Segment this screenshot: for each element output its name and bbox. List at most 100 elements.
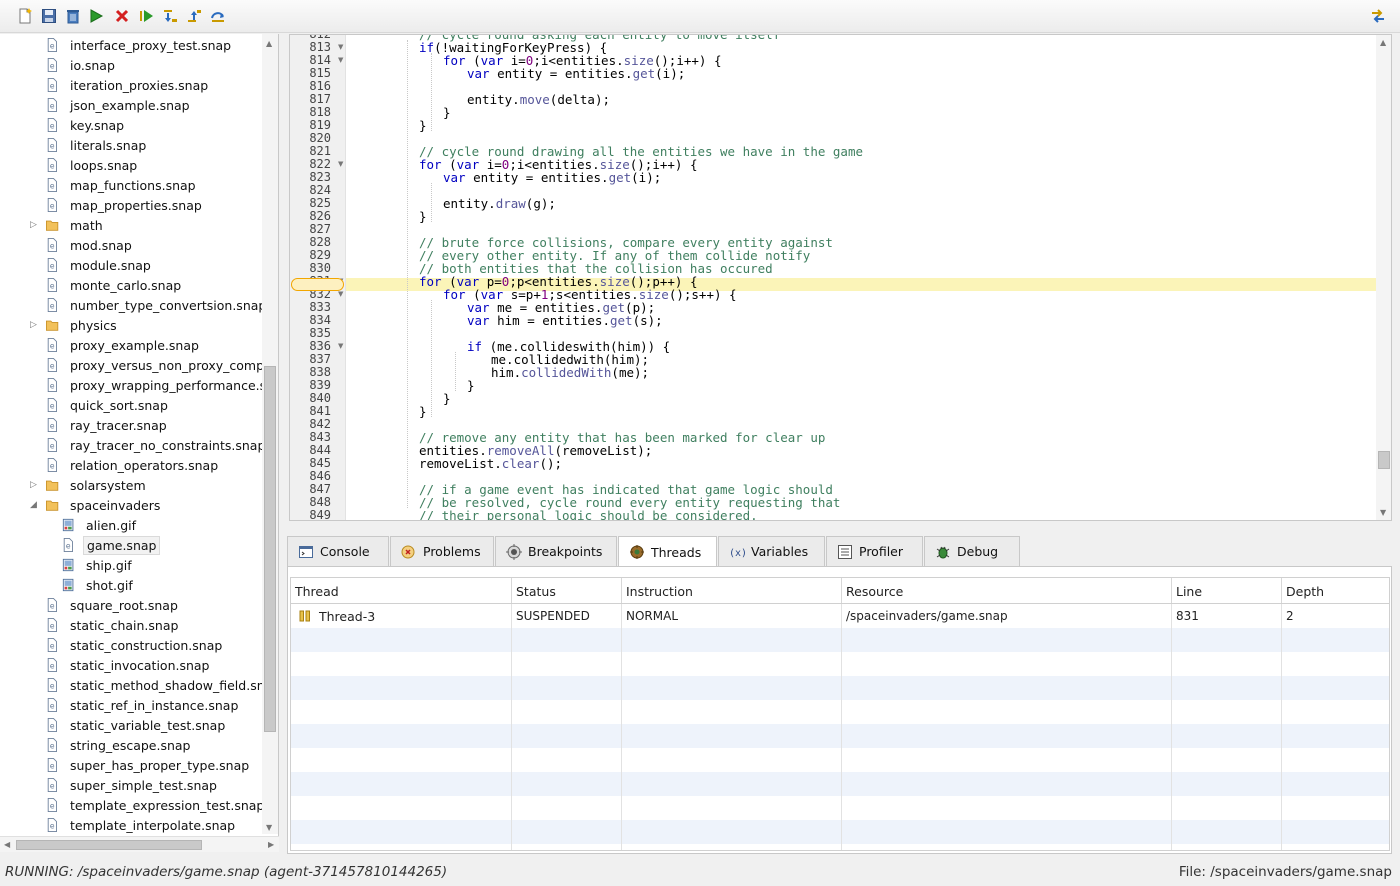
code-token: get [632, 66, 656, 81]
tree-file[interactable]: e game.snap [62, 535, 161, 555]
tab-profiler[interactable]: Profiler [826, 536, 923, 566]
tab-threads[interactable]: Threads [618, 536, 717, 567]
stop-icon[interactable] [114, 8, 130, 24]
column-header-instruction[interactable]: Instruction [622, 578, 842, 604]
tree-file[interactable]: e static_chain.snap [46, 615, 181, 635]
collapse-arrow-icon[interactable]: ◢ [30, 500, 37, 510]
tree-folder[interactable]: physics [46, 315, 120, 335]
indent-guide [431, 53, 432, 131]
line-number: 821 [309, 144, 331, 158]
step-into-icon[interactable] [162, 8, 178, 24]
tree-file[interactable]: e super_simple_test.snap [46, 775, 220, 795]
tree-scroll-right-icon[interactable]: ▶ [268, 840, 274, 849]
tree-file[interactable]: shot.gif [62, 575, 136, 595]
editor-scroll-down-icon[interactable]: ▼ [1380, 508, 1386, 517]
tree-file[interactable]: e relation_operators.snap [46, 455, 221, 475]
tree-file[interactable]: e static_construction.snap [46, 635, 225, 655]
code-editor[interactable]: 812 813 ▼ 814 ▼ 815 816 817 818 819 820 821 822 ▼ 823 8… [289, 34, 1392, 521]
tree-file[interactable]: e io.snap [46, 55, 118, 75]
code-line: him.collidedWith(me); [491, 365, 649, 380]
tree-horizontal-scroll-thumb[interactable] [16, 840, 202, 850]
tree-file[interactable]: e static_invocation.snap [46, 655, 213, 675]
tree-vertical-scroll-thumb[interactable] [264, 366, 276, 732]
fold-toggle-icon[interactable]: ▼ [338, 43, 343, 51]
tree-file[interactable]: e mod.snap [46, 235, 135, 255]
code-token: } [443, 105, 451, 120]
tab-debug[interactable]: Debug [924, 536, 1020, 566]
tab-console[interactable]: Console [287, 536, 389, 566]
tree-file[interactable]: e loops.snap [46, 155, 140, 175]
expand-arrow-icon[interactable]: ▷ [30, 220, 37, 230]
editor-vertical-scroll-thumb[interactable] [1378, 451, 1390, 469]
folder-icon [46, 217, 60, 233]
new-file-icon[interactable] [17, 8, 33, 24]
tree-file[interactable]: e json_example.snap [46, 95, 193, 115]
tree-folder[interactable]: spaceinvaders [46, 495, 163, 515]
tree-file[interactable]: e static_variable_test.snap [46, 715, 228, 735]
code-token: var [443, 170, 466, 185]
svg-text:e: e [50, 722, 55, 731]
code-token: (g); [525, 196, 556, 211]
step-out-icon[interactable] [186, 8, 202, 24]
tree-file[interactable]: e proxy_wrapping_performance.sna [46, 375, 278, 395]
tree-file[interactable]: ship.gif [62, 555, 135, 575]
tree-file[interactable]: e interface_proxy_test.snap [46, 35, 234, 55]
tree-item-label: iteration_proxies.snap [70, 77, 209, 93]
tree-file[interactable]: e map_properties.snap [46, 195, 205, 215]
tree-folder[interactable]: math [46, 215, 106, 235]
step-over-icon[interactable] [210, 8, 226, 24]
run-icon[interactable] [88, 8, 104, 24]
tree-scroll-up-icon[interactable]: ▲ [266, 39, 272, 48]
tree-file[interactable]: alien.gif [62, 515, 139, 535]
tree-file[interactable]: e module.snap [46, 255, 154, 275]
column-header-thread[interactable]: Thread [291, 578, 512, 604]
expand-arrow-icon[interactable]: ▷ [30, 320, 37, 330]
tree-file[interactable]: e square_root.snap [46, 595, 181, 615]
fold-toggle-icon[interactable]: ▼ [338, 290, 343, 298]
save-icon[interactable] [41, 8, 57, 24]
tree-file[interactable]: e iteration_proxies.snap [46, 75, 211, 95]
tree-scroll-down-icon[interactable]: ▼ [266, 823, 272, 832]
tree-file[interactable]: e map_functions.snap [46, 175, 199, 195]
tree-file[interactable]: e ray_tracer.snap [46, 415, 170, 435]
cell-thread: Thread-3 [291, 604, 512, 628]
tree-folder[interactable]: solarsystem [46, 475, 149, 495]
tab-breakpoints[interactable]: Breakpoints [495, 536, 617, 566]
tree-file[interactable]: e template_interpolate.snap [46, 815, 238, 835]
tree-file[interactable]: e string_escape.snap [46, 735, 194, 755]
breakpoint-marker[interactable] [290, 278, 346, 291]
swap-icon[interactable] [1370, 8, 1386, 24]
tree-file[interactable]: e super_has_proper_type.snap [46, 755, 252, 775]
code-line: var entity = entities.get(i); [467, 66, 685, 81]
tree-file[interactable]: e monte_carlo.snap [46, 275, 184, 295]
resume-icon[interactable] [138, 8, 154, 24]
delete-icon[interactable] [65, 8, 81, 24]
tree-file[interactable]: e number_type_convertsion.snap [46, 295, 269, 315]
svg-text:e: e [66, 542, 71, 551]
tree-file[interactable]: e ray_tracer_no_constraints.snap [46, 435, 268, 455]
column-header-status[interactable]: Status [512, 578, 622, 604]
column-header-line[interactable]: Line [1172, 578, 1282, 604]
file-icon: e [46, 337, 60, 353]
expand-arrow-icon[interactable]: ▷ [30, 480, 37, 490]
tree-file[interactable]: e static_ref_in_instance.snap [46, 695, 241, 715]
fold-toggle-icon[interactable]: ▼ [338, 160, 343, 168]
tree-file[interactable]: e quick_sort.snap [46, 395, 171, 415]
fold-toggle-icon[interactable]: ▼ [338, 56, 343, 64]
tab-variables[interactable]: (x) Variables [718, 536, 825, 566]
tree-file[interactable]: e static_method_shadow_field.snap [46, 675, 278, 695]
editor-vertical-scrollbar[interactable] [1376, 35, 1391, 520]
tree-scroll-left-icon[interactable]: ◀ [4, 840, 10, 849]
cell-line: 831 [1172, 604, 1282, 628]
column-header-resource[interactable]: Resource [842, 578, 1172, 604]
fold-toggle-icon[interactable]: ▼ [338, 342, 343, 350]
tree-item-label: map_properties.snap [70, 197, 202, 213]
tree-file[interactable]: e proxy_example.snap [46, 335, 202, 355]
tab-problems[interactable]: Problems [390, 536, 494, 566]
tree-file[interactable]: e literals.snap [46, 135, 149, 155]
editor-scroll-up-icon[interactable]: ▲ [1380, 38, 1386, 47]
tree-file[interactable]: e key.snap [46, 115, 127, 135]
column-header-depth[interactable]: Depth [1282, 578, 1389, 604]
tree-file[interactable]: e template_expression_test.snap [46, 795, 267, 815]
tree-file[interactable]: e proxy_versus_non_proxy_compar [46, 355, 278, 375]
